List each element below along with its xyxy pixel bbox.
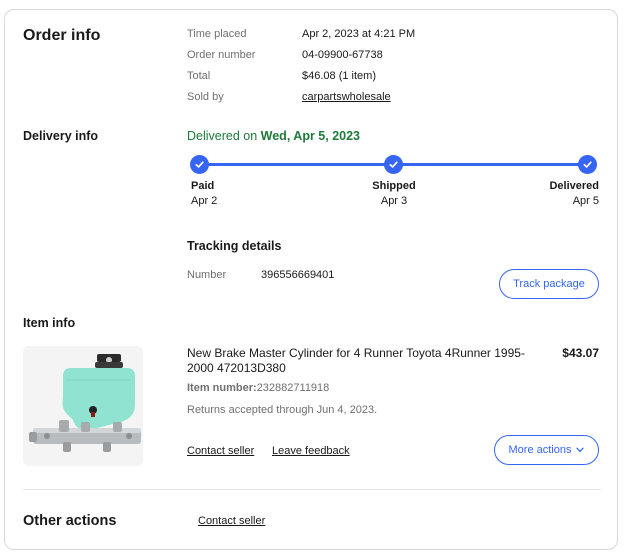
item-number: Item number:232882711918 — [187, 382, 329, 394]
contact-seller-link[interactable]: Contact seller — [187, 445, 254, 457]
step-paid-date: Apr 2 — [191, 195, 218, 207]
order-details-card: Order info Time placed Apr 2, 2023 at 4:… — [4, 9, 618, 550]
delivery-status-date: Wed, Apr 5, 2023 — [260, 129, 361, 143]
item-number-label: Item number: — [187, 382, 257, 394]
total-value: $46.08 (1 item) — [302, 70, 376, 82]
item-info-heading: Item info — [23, 316, 76, 330]
section-divider — [23, 489, 601, 490]
other-contact-seller-link[interactable]: Contact seller — [198, 515, 265, 527]
other-actions-heading: Other actions — [23, 513, 117, 529]
more-actions-button[interactable]: More actions — [494, 435, 599, 465]
step-delivered-date: Apr 5 — [572, 195, 599, 207]
total-label: Total — [187, 70, 211, 82]
seller-link[interactable]: carpartswholesale — [302, 91, 391, 103]
brake-master-cylinder-image — [29, 354, 141, 452]
item-title-link[interactable]: New Brake Master Cylinder for 4 Runner T… — [187, 346, 537, 376]
order-info-heading: Order info — [23, 27, 101, 44]
item-number-value: 232882711918 — [256, 382, 330, 394]
step-paid-name: Paid — [191, 180, 215, 192]
returns-text: Returns accepted through Jun 4, 2023. — [187, 404, 378, 416]
more-actions-label: More actions — [508, 444, 572, 456]
track-package-button[interactable]: Track package — [499, 269, 599, 299]
step-paid-check — [190, 155, 209, 174]
step-delivered-check — [578, 155, 597, 174]
delivery-status: Delivered on Wed, Apr 5, 2023 — [187, 129, 360, 143]
step-shipped-date: Apr 3 — [380, 195, 408, 207]
time-placed-value: Apr 2, 2023 at 4:21 PM — [302, 28, 416, 40]
tracking-number-label: Number — [187, 269, 227, 281]
check-icon — [389, 161, 398, 168]
tracking-details-heading: Tracking details — [187, 239, 282, 253]
step-delivered-name: Delivered — [549, 180, 599, 192]
step-shipped-name: Shipped — [372, 180, 416, 192]
order-number-label: Order number — [187, 49, 256, 61]
item-thumbnail[interactable] — [23, 346, 143, 466]
step-shipped-check — [384, 155, 403, 174]
time-placed-label: Time placed — [187, 28, 247, 40]
leave-feedback-link[interactable]: Leave feedback — [272, 445, 350, 457]
tracking-number-value: 396556669401 — [261, 269, 335, 281]
chevron-down-icon — [576, 447, 585, 453]
check-icon — [195, 161, 204, 168]
order-number-value: 04-09900-67738 — [302, 49, 383, 61]
sold-by-label: Sold by — [187, 91, 224, 103]
delivery-info-heading: Delivery info — [23, 129, 99, 143]
check-icon — [583, 161, 592, 168]
item-price: $43.07 — [562, 346, 599, 360]
delivery-status-prefix: Delivered on — [187, 129, 261, 143]
